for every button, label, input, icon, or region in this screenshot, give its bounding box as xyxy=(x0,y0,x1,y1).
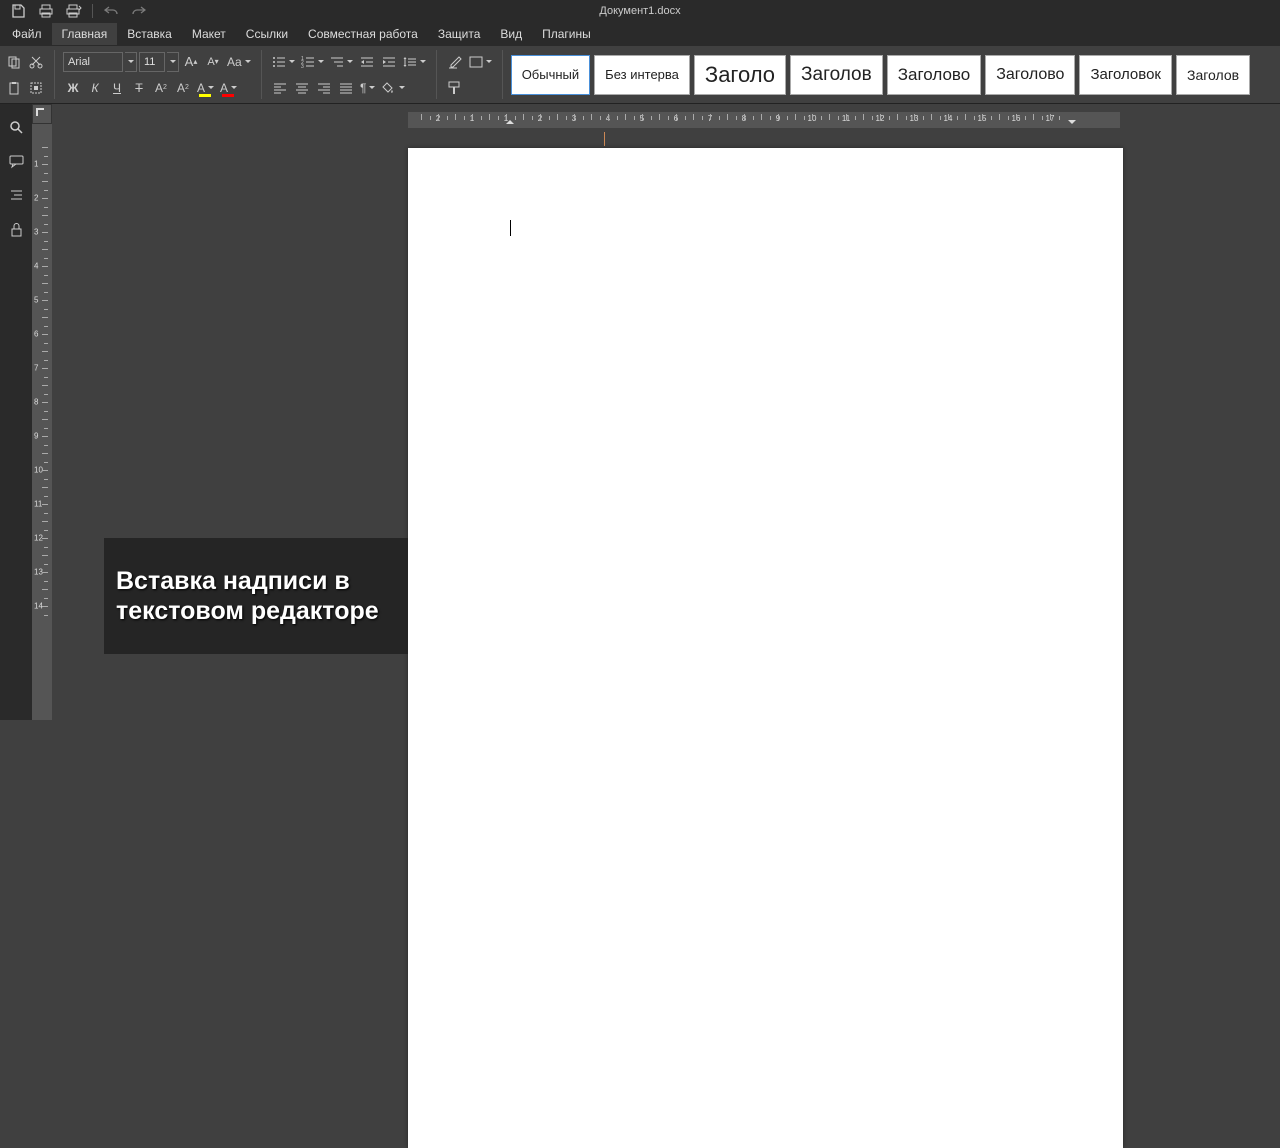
clear-format-icon[interactable] xyxy=(445,52,465,72)
tab-file[interactable]: Файл xyxy=(2,23,52,45)
separator xyxy=(92,4,93,18)
horizontal-ruler[interactable]: 211234567891011121314151617 xyxy=(408,112,1120,128)
style-heading3[interactable]: Заголово xyxy=(887,55,982,95)
undo-icon[interactable] xyxy=(97,0,125,22)
align-right-icon[interactable] xyxy=(314,78,334,98)
ruler-corner[interactable] xyxy=(32,104,52,124)
save-icon[interactable] xyxy=(4,0,32,22)
separator xyxy=(261,50,262,99)
decrease-font-icon[interactable]: A▾ xyxy=(203,52,223,72)
bold-button[interactable]: Ж xyxy=(63,78,83,98)
italic-button[interactable]: К xyxy=(85,78,105,98)
tab-layout[interactable]: Макет xyxy=(182,23,236,45)
paste-icon[interactable] xyxy=(4,78,24,98)
multilevel-button[interactable] xyxy=(328,52,355,72)
strike-button[interactable]: Т xyxy=(129,78,149,98)
tab-plugins[interactable]: Плагины xyxy=(532,23,601,45)
numbering-button[interactable]: 123 xyxy=(299,52,326,72)
highlight-button[interactable]: A xyxy=(195,78,216,98)
paragraph-group: 123 ¶ xyxy=(266,46,432,103)
separator xyxy=(502,50,503,99)
tab-collab[interactable]: Совместная работа xyxy=(298,23,428,45)
cursor-column-guide xyxy=(604,132,605,146)
clear-group xyxy=(441,46,498,103)
search-icon[interactable] xyxy=(0,110,32,144)
shading-button[interactable] xyxy=(380,78,407,98)
line-spacing-button[interactable] xyxy=(401,52,428,72)
style-normal[interactable]: Обычный xyxy=(511,55,590,95)
copy-icon[interactable] xyxy=(4,52,24,72)
borders-button[interactable] xyxy=(467,52,494,72)
fontcolor-swatch xyxy=(222,94,234,97)
comments-icon[interactable] xyxy=(0,144,32,178)
style-heading1[interactable]: Заголо xyxy=(694,55,786,95)
align-center-icon[interactable] xyxy=(292,78,312,98)
left-sidebar xyxy=(0,104,32,720)
separator xyxy=(54,50,55,99)
quick-access-bar: Документ1.docx xyxy=(0,0,1280,22)
underline-button[interactable]: Ч xyxy=(107,78,127,98)
decrease-indent-icon[interactable] xyxy=(357,52,377,72)
highlight-swatch xyxy=(199,94,211,97)
superscript-button[interactable]: A2 xyxy=(151,78,171,98)
tab-references[interactable]: Ссылки xyxy=(236,23,298,45)
redo-icon[interactable] xyxy=(125,0,153,22)
headings-icon[interactable] xyxy=(0,178,32,212)
bullets-button[interactable] xyxy=(270,52,297,72)
quick-print-icon[interactable] xyxy=(60,0,88,22)
tab-home[interactable]: Главная xyxy=(52,23,118,45)
text-caret xyxy=(510,220,511,236)
print-icon[interactable] xyxy=(32,0,60,22)
change-case-button[interactable]: Aa xyxy=(225,52,253,72)
ribbon: Arial 11 A▴ A▾ Aa Ж К Ч Т A2 A2 A A 123 xyxy=(0,46,1280,104)
tab-view[interactable]: Вид xyxy=(490,23,532,45)
increase-font-icon[interactable]: A▴ xyxy=(181,52,201,72)
style-gallery: Обычный Без интерва Заголо Заголов Загол… xyxy=(507,46,1280,103)
caption-text: Вставка надписи в текстовом редакторе xyxy=(116,566,396,626)
lock-icon[interactable] xyxy=(0,212,32,246)
tab-insert[interactable]: Вставка xyxy=(117,23,182,45)
right-indent-marker[interactable] xyxy=(1068,120,1076,128)
subscript-button[interactable]: A2 xyxy=(173,78,193,98)
select-all-icon[interactable] xyxy=(26,78,46,98)
cut-icon[interactable] xyxy=(26,52,46,72)
style-no-spacing[interactable]: Без интерва xyxy=(594,55,690,95)
style-heading6[interactable]: Заголов xyxy=(1176,55,1250,95)
tab-protect[interactable]: Защита xyxy=(428,23,491,45)
document-title: Документ1.docx xyxy=(0,5,1280,17)
align-left-icon[interactable] xyxy=(270,78,290,98)
clipboard-group xyxy=(0,46,50,103)
style-heading4[interactable]: Заголово xyxy=(985,55,1075,95)
justify-icon[interactable] xyxy=(336,78,356,98)
font-color-button[interactable]: A xyxy=(218,78,239,98)
font-size-select[interactable]: 11 xyxy=(139,52,165,72)
document-page[interactable] xyxy=(408,148,1123,1148)
font-group: Arial 11 A▴ A▾ Aa Ж К Ч Т A2 A2 A A xyxy=(59,46,257,103)
increase-indent-icon[interactable] xyxy=(379,52,399,72)
separator xyxy=(436,50,437,99)
caption-overlay: Вставка надписи в текстовом редакторе xyxy=(104,538,408,654)
font-name-dropdown[interactable] xyxy=(125,52,137,72)
style-heading5[interactable]: Заголовок xyxy=(1079,55,1172,95)
font-size-dropdown[interactable] xyxy=(167,52,179,72)
format-painter-icon[interactable] xyxy=(445,78,465,98)
style-heading2[interactable]: Заголов xyxy=(790,55,883,95)
vertical-ruler[interactable]: 1234567891011121314 xyxy=(32,124,52,720)
svg-text:3: 3 xyxy=(301,64,304,68)
menu-bar: Файл Главная Вставка Макет Ссылки Совмес… xyxy=(0,22,1280,46)
nonprinting-button[interactable]: ¶ xyxy=(358,78,378,98)
font-name-select[interactable]: Arial xyxy=(63,52,123,72)
